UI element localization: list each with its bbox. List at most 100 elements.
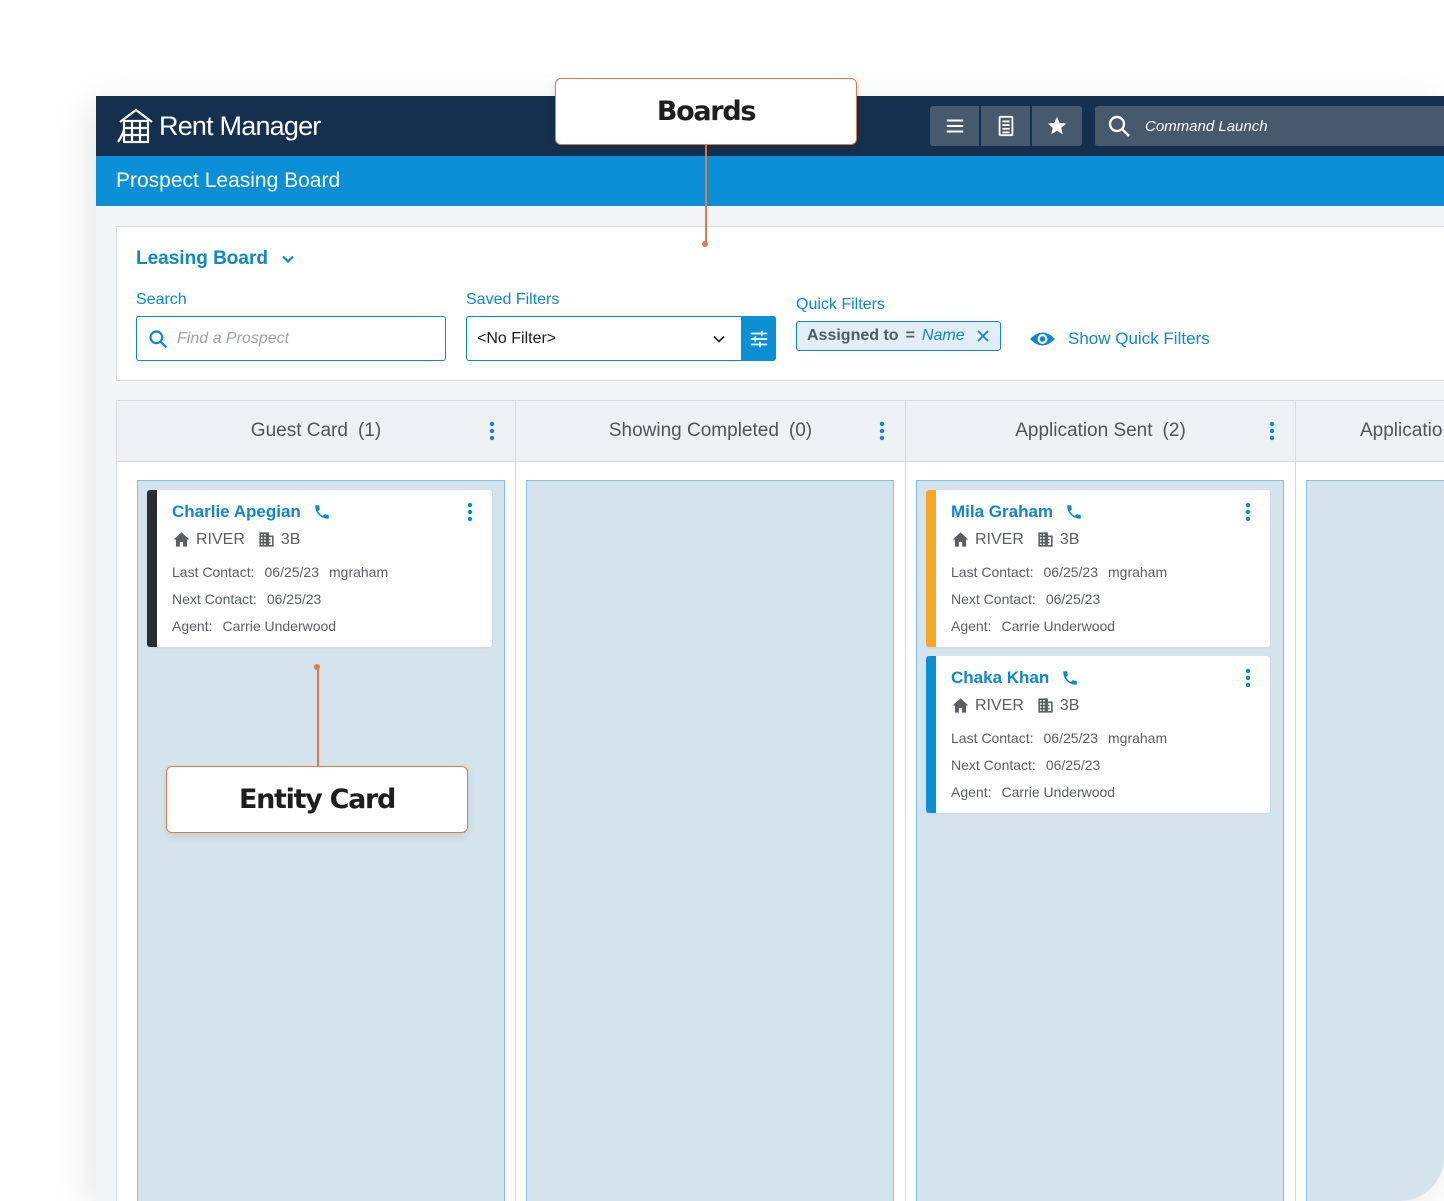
- search-field[interactable]: [136, 316, 446, 361]
- last-contact-row: Last Contact: 06/25/23 mgraham: [172, 564, 388, 580]
- agent-row: Agent: Carrie Underwood: [951, 618, 1115, 634]
- entity-card[interactable]: Mila Graham RIVER 3B Last Contact: 06/25/…: [926, 490, 1270, 647]
- saved-filters-select[interactable]: <No Filter>: [466, 316, 742, 361]
- prospect-name[interactable]: Chaka Khan: [951, 668, 1049, 688]
- last-contact-row: Last Contact: 06/25/23 mgraham: [951, 564, 1167, 580]
- page-title: Prospect Leasing Board: [116, 169, 341, 192]
- chevron-down-icon: [713, 335, 725, 343]
- kebab-menu-icon[interactable]: [879, 421, 885, 441]
- agent-label: Agent:: [172, 618, 213, 634]
- next-contact-row: Next Contact: 06/25/23: [951, 757, 1100, 773]
- column-title: Guest Card: [250, 420, 348, 441]
- last-contact-date: 06/25/23: [1043, 730, 1099, 746]
- next-contact-label: Next Contact:: [172, 591, 257, 607]
- house-icon: [952, 698, 969, 713]
- app-logo[interactable]: Rent Manager: [116, 106, 321, 146]
- building-icon: [1038, 532, 1053, 547]
- kebab-menu-icon[interactable]: [1269, 421, 1275, 441]
- phone-icon[interactable]: [1065, 503, 1083, 521]
- next-contact-date: 06/25/23: [1045, 591, 1101, 607]
- chip-value: Name: [921, 327, 965, 344]
- column-title: Showing Completed: [608, 420, 779, 441]
- entity-card-callout: Entity Card: [166, 766, 468, 833]
- agent-row: Agent: Carrie Underwood: [951, 784, 1115, 800]
- entity-card[interactable]: Charlie Apegian RIVER 3B Last Contact: 06…: [147, 490, 492, 647]
- property-code: RIVER: [975, 696, 1024, 714]
- entity-card-leader-line: [317, 667, 319, 767]
- search-input[interactable]: [177, 329, 427, 348]
- search-label: Search: [136, 291, 187, 308]
- boards-callout-label: Boards: [656, 96, 757, 127]
- chevron-down-icon: [282, 255, 294, 264]
- boards-leader-dot: [702, 241, 708, 247]
- column-lane: [526, 480, 894, 1201]
- next-contact-row: Next Contact: 06/25/23: [172, 591, 321, 607]
- column-title: Applicatio: [1360, 420, 1443, 441]
- board-selector[interactable]: Leasing Board: [136, 248, 296, 270]
- card-kebab-menu-icon[interactable]: [1245, 502, 1251, 522]
- quick-filter-chip[interactable]: Assigned to = Name: [796, 321, 1001, 351]
- filter-settings-button[interactable]: [741, 316, 776, 361]
- last-contact-label: Last Contact:: [951, 564, 1034, 580]
- property-code: RIVER: [975, 530, 1024, 548]
- show-quick-filters-button[interactable]: Show Quick Filters: [1029, 329, 1210, 349]
- next-contact-row: Next Contact: 06/25/23: [951, 591, 1100, 607]
- prospect-name[interactable]: Charlie Apegian: [172, 502, 301, 522]
- next-contact-date: 06/25/23: [1045, 757, 1101, 773]
- agent-label: Agent:: [951, 618, 992, 634]
- search-icon: [149, 329, 168, 348]
- card-kebab-menu-icon[interactable]: [467, 502, 473, 522]
- last-contact-label: Last Contact:: [172, 564, 255, 580]
- app-window: Rent Manager Command Launch Prospect Lea…: [96, 96, 1444, 1201]
- boards-callout: Boards: [555, 78, 857, 145]
- chip-operator: =: [905, 327, 915, 344]
- column-header-application-partial: Applicatio: [1295, 400, 1444, 462]
- agent-label: Agent:: [951, 784, 992, 800]
- board-selector-label: Leasing Board: [136, 248, 268, 269]
- search-icon: [1108, 115, 1130, 137]
- last-contact-user: mgraham: [329, 564, 389, 580]
- logo-building-icon: [117, 108, 153, 144]
- quick-filters-label: Quick Filters: [796, 296, 885, 313]
- prospect-name[interactable]: Mila Graham: [951, 502, 1053, 522]
- next-contact-label: Next Contact:: [951, 591, 1036, 607]
- status-bar: [926, 656, 936, 813]
- last-contact-label: Last Contact:: [951, 730, 1034, 746]
- phone-icon[interactable]: [313, 503, 331, 521]
- show-quick-filters-label: Show Quick Filters: [1068, 329, 1210, 348]
- column-header-showing-completed: Showing Completed (0): [515, 400, 906, 462]
- unit-number: 3B: [1059, 530, 1080, 548]
- card-kebab-menu-icon[interactable]: [1245, 668, 1251, 688]
- kebab-menu-icon[interactable]: [489, 421, 495, 441]
- next-contact-label: Next Contact:: [951, 757, 1036, 773]
- last-contact-row: Last Contact: 06/25/23 mgraham: [951, 730, 1167, 746]
- app-name: Rent Manager: [159, 110, 321, 141]
- nav-button-group: [930, 106, 1082, 146]
- command-launch[interactable]: Command Launch: [1095, 106, 1444, 146]
- house-icon: [173, 532, 190, 547]
- screenshot-stage: Rent Manager Command Launch Prospect Lea…: [0, 0, 1444, 1201]
- sliders-icon: [750, 330, 767, 347]
- column-lane: Mila Graham RIVER 3B Last Contact: 06/25/…: [916, 480, 1284, 1201]
- agent-name: Carrie Underwood: [222, 618, 337, 634]
- status-bar: [147, 490, 157, 647]
- entity-card-callout-label: Entity Card: [238, 784, 396, 815]
- menu-button[interactable]: [930, 106, 981, 146]
- entity-card[interactable]: Chaka Khan RIVER 3B Last Contact: 06/25/2…: [926, 656, 1270, 813]
- menu-icon: [946, 119, 963, 133]
- column-title: Application Sent: [1015, 420, 1153, 441]
- reports-button[interactable]: [981, 106, 1032, 146]
- eye-icon: [1030, 332, 1055, 346]
- last-contact-user: mgraham: [1108, 730, 1168, 746]
- agent-name: Carrie Underwood: [1001, 784, 1116, 800]
- last-contact-user: mgraham: [1108, 564, 1168, 580]
- agent-name: Carrie Underwood: [1001, 618, 1116, 634]
- entity-card-leader-dot: [314, 664, 320, 670]
- house-icon: [952, 532, 969, 547]
- column-lane: [1306, 480, 1444, 1201]
- unit-number: 3B: [1059, 696, 1080, 714]
- favorites-button[interactable]: [1032, 106, 1082, 146]
- building-icon: [259, 532, 274, 547]
- phone-icon[interactable]: [1061, 669, 1079, 687]
- close-icon[interactable]: [976, 329, 990, 343]
